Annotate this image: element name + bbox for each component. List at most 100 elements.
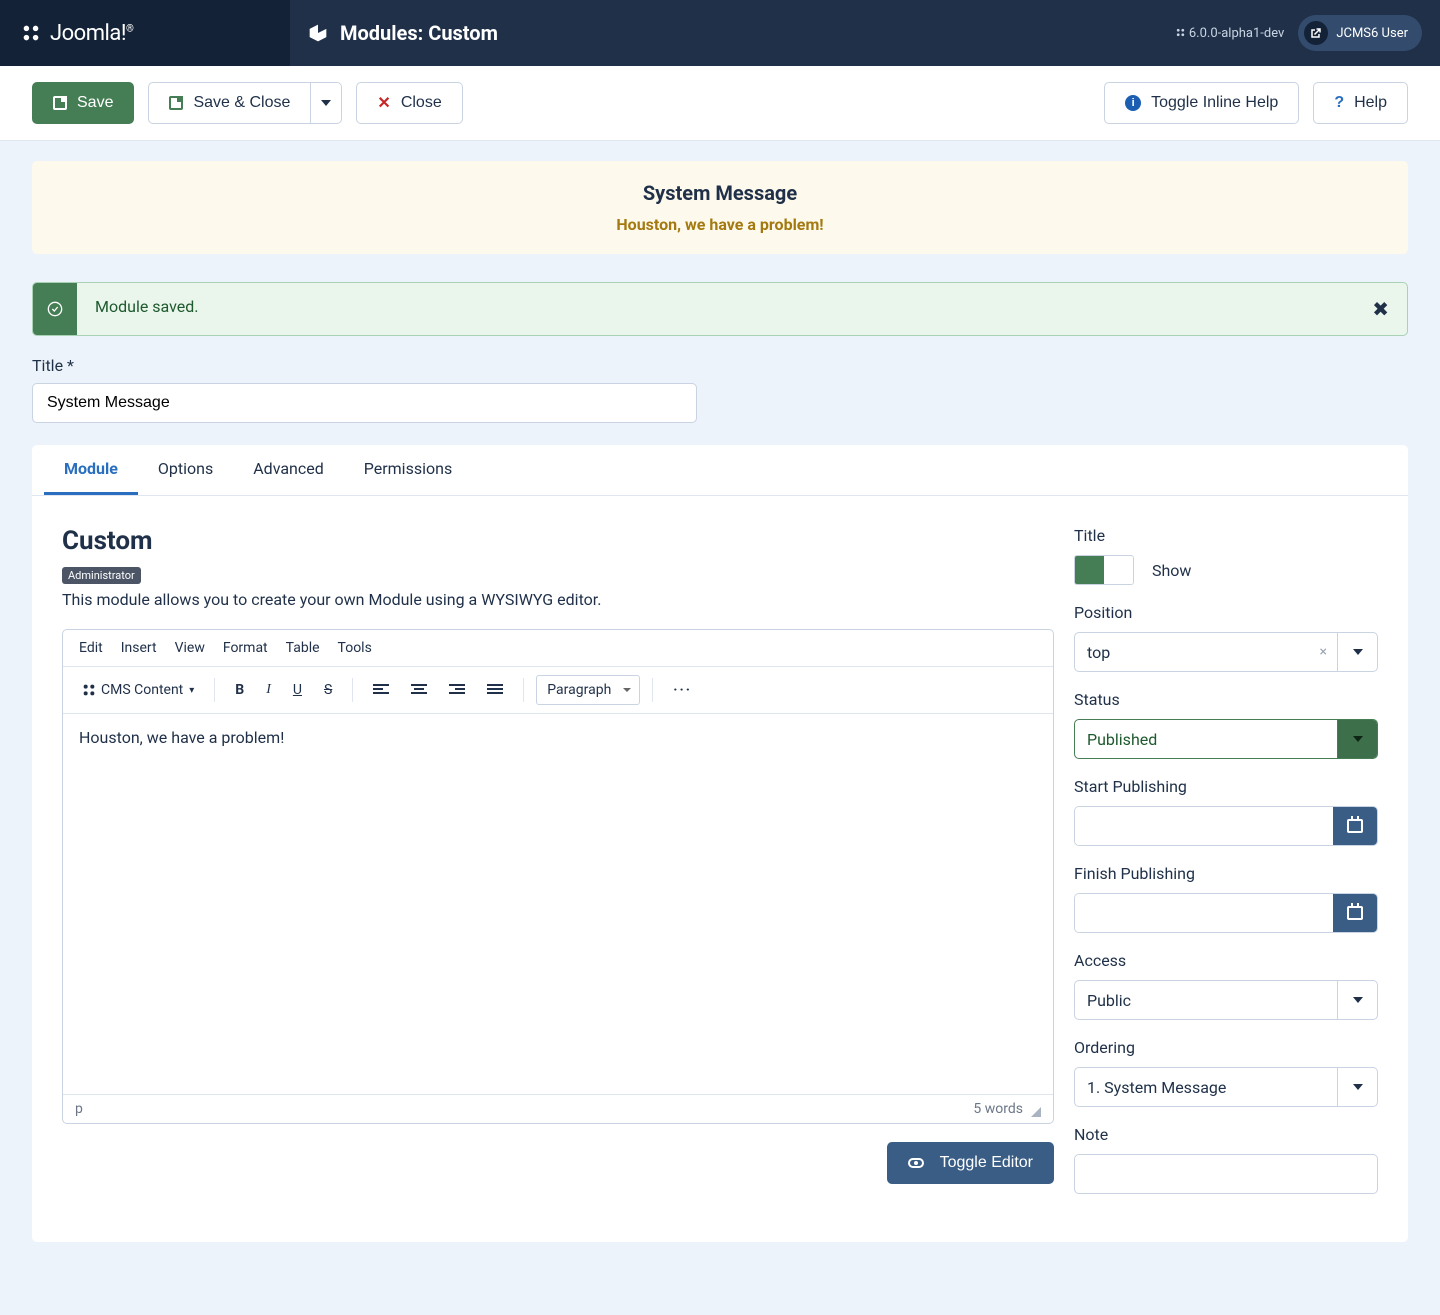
- access-label: Access: [1074, 951, 1378, 970]
- chevron-down-icon[interactable]: [1337, 720, 1377, 758]
- ordering-select[interactable]: 1. System Message: [1074, 1067, 1378, 1107]
- align-center-button[interactable]: [403, 678, 435, 702]
- calendar-icon: [1347, 819, 1363, 833]
- editor-menubar: Edit Insert View Format Table Tools: [63, 630, 1053, 667]
- finish-publishing-input[interactable]: [1075, 894, 1333, 932]
- save-close-dropdown[interactable]: [311, 82, 342, 124]
- module-heading: Custom: [62, 526, 1054, 556]
- help-button[interactable]: ? Help: [1313, 82, 1408, 124]
- joomla-logo: Joomla!®: [20, 21, 133, 46]
- access-select[interactable]: Public: [1074, 980, 1378, 1020]
- app-header: Joomla!® Modules: Custom 6.0.0-alpha1-de…: [0, 0, 1440, 66]
- align-left-button[interactable]: [365, 678, 397, 702]
- menu-insert[interactable]: Insert: [121, 640, 157, 656]
- tab-module[interactable]: Module: [44, 445, 138, 495]
- ordering-label: Ordering: [1074, 1038, 1378, 1057]
- start-publishing-input[interactable]: [1075, 807, 1333, 845]
- eye-icon: [908, 1158, 924, 1168]
- title-show-toggle[interactable]: [1074, 555, 1134, 585]
- title-input[interactable]: [32, 383, 697, 423]
- word-count: 5 words: [973, 1101, 1023, 1117]
- title-toggle-label: Title: [1074, 526, 1378, 545]
- start-publishing-field: Start Publishing: [1074, 777, 1378, 846]
- underline-button[interactable]: U: [285, 676, 310, 704]
- finish-publishing-label: Finish Publishing: [1074, 864, 1378, 883]
- save-icon: [169, 96, 183, 110]
- calendar-icon: [1347, 906, 1363, 920]
- menu-format[interactable]: Format: [223, 640, 268, 656]
- menu-edit[interactable]: Edit: [79, 640, 103, 656]
- info-icon: [1125, 95, 1141, 111]
- position-label: Position: [1074, 603, 1378, 622]
- tab-bar: Module Options Advanced Permissions: [32, 445, 1408, 496]
- status-field: Status Published: [1074, 690, 1378, 759]
- menu-table[interactable]: Table: [286, 640, 320, 656]
- note-input[interactable]: [1074, 1154, 1378, 1194]
- position-field: Position top ×: [1074, 603, 1378, 672]
- editor-statusbar: p 5 words: [63, 1094, 1053, 1123]
- save-close-button[interactable]: Save & Close: [148, 82, 311, 124]
- version-text: 6.0.0-alpha1-dev: [1175, 26, 1285, 41]
- note-label: Note: [1074, 1125, 1378, 1144]
- italic-button[interactable]: I: [258, 676, 279, 704]
- main-column: Custom Administrator This module allows …: [62, 526, 1054, 1212]
- external-link-icon: [1304, 21, 1328, 45]
- align-justify-button[interactable]: [479, 678, 511, 702]
- calendar-button[interactable]: [1333, 894, 1377, 932]
- module-description: This module allows you to create your ow…: [62, 590, 1054, 609]
- status-select[interactable]: Published: [1074, 719, 1378, 759]
- title-label: Title *: [32, 356, 1408, 375]
- menu-view[interactable]: View: [175, 640, 205, 656]
- save-button[interactable]: Save: [32, 82, 134, 124]
- joomla-icon: [81, 682, 97, 698]
- editor-toolbar: CMS Content ▾ B I U S: [63, 667, 1053, 714]
- alert-text: Module saved.: [77, 283, 1354, 335]
- position-select[interactable]: top ×: [1074, 632, 1378, 672]
- user-name: JCMS6 User: [1336, 26, 1408, 41]
- note-field: Note: [1074, 1125, 1378, 1194]
- chevron-down-icon[interactable]: [1337, 633, 1377, 671]
- save-close-group: Save & Close: [148, 82, 342, 124]
- block-format-select[interactable]: Paragraph: [536, 675, 640, 705]
- system-message-panel: System Message Houston, we have a proble…: [32, 161, 1408, 254]
- chevron-down-icon[interactable]: [1337, 981, 1377, 1019]
- toggle-inline-help-button[interactable]: Toggle Inline Help: [1104, 82, 1299, 124]
- more-button[interactable]: ···: [665, 676, 700, 704]
- close-button[interactable]: ✕ Close: [356, 82, 462, 124]
- joomla-icon: [20, 22, 42, 44]
- align-right-button[interactable]: [441, 678, 473, 702]
- finish-publishing-field: Finish Publishing: [1074, 864, 1378, 933]
- calendar-button[interactable]: [1333, 807, 1377, 845]
- ordering-field: Ordering 1. System Message: [1074, 1038, 1378, 1107]
- status-label: Status: [1074, 690, 1378, 709]
- alert-close-button[interactable]: ✖: [1354, 283, 1407, 335]
- chevron-down-icon[interactable]: [1337, 1068, 1377, 1106]
- check-circle-icon: [33, 283, 77, 335]
- brand-area[interactable]: Joomla!®: [0, 0, 290, 66]
- position-clear[interactable]: ×: [1310, 644, 1337, 660]
- close-icon: ✕: [377, 93, 390, 113]
- page-title: Modules: Custom: [340, 21, 498, 45]
- bold-button[interactable]: B: [227, 676, 252, 704]
- tab-advanced[interactable]: Advanced: [233, 445, 344, 495]
- title-show-field: Title Show: [1074, 526, 1378, 585]
- cms-content-dropdown[interactable]: CMS Content ▾: [73, 676, 202, 704]
- editor-content[interactable]: Houston, we have a problem!: [63, 714, 1053, 1094]
- page-title-area: Modules: Custom: [290, 21, 516, 45]
- success-alert: Module saved. ✖: [32, 282, 1408, 336]
- title-field-group: Title *: [32, 356, 1408, 423]
- cube-icon: [308, 23, 328, 43]
- strikethrough-button[interactable]: S: [316, 676, 340, 704]
- resize-handle[interactable]: [1031, 1107, 1041, 1117]
- side-column: Title Show Position top × Status: [1074, 526, 1378, 1212]
- tab-permissions[interactable]: Permissions: [344, 445, 472, 495]
- menu-tools[interactable]: Tools: [338, 640, 372, 656]
- chevron-down-icon: [321, 100, 331, 106]
- wysiwyg-editor: Edit Insert View Format Table Tools CMS …: [62, 629, 1054, 1124]
- user-menu[interactable]: JCMS6 User: [1298, 15, 1422, 51]
- tab-options[interactable]: Options: [138, 445, 233, 495]
- show-label: Show: [1152, 561, 1191, 580]
- system-message-title: System Message: [52, 181, 1388, 205]
- toggle-editor-button[interactable]: Toggle Editor: [887, 1142, 1054, 1184]
- save-icon: [53, 96, 67, 110]
